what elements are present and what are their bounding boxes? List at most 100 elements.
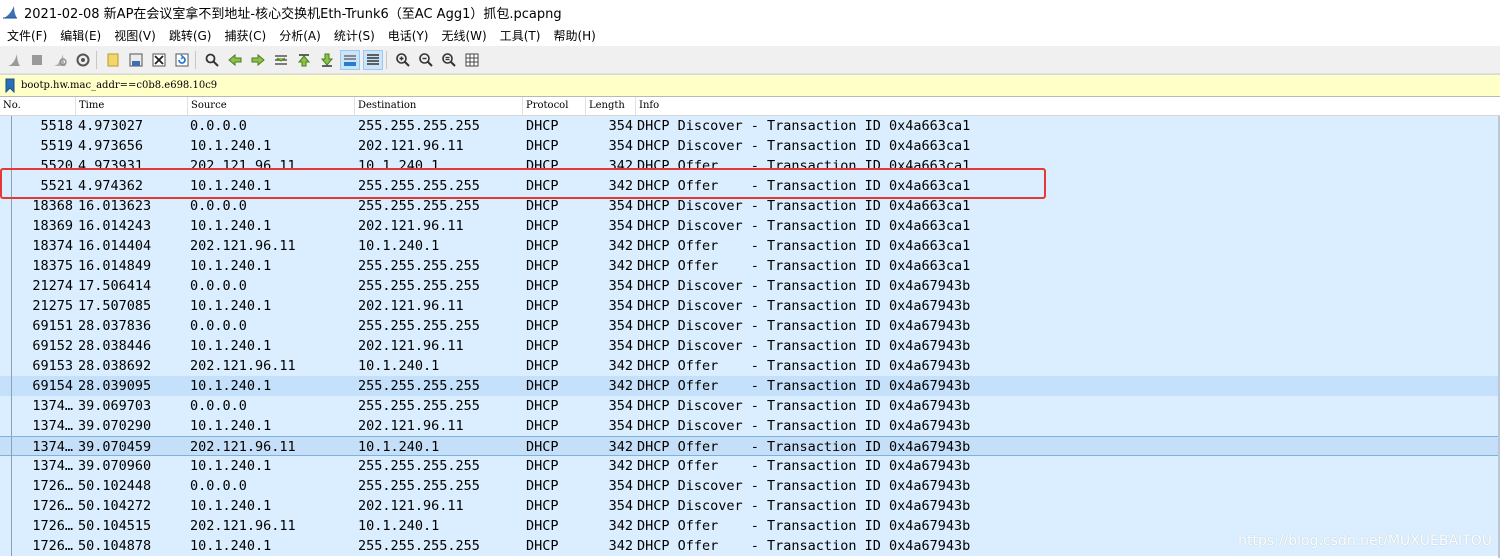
packet-row[interactable]: 1374… 39.070290 10.1.240.1 202.121.96.11 DHC…: [0, 416, 1500, 436]
reload-file-icon[interactable]: [172, 50, 192, 70]
packet-length: 354: [608, 318, 633, 334]
packet-row[interactable]: 1726… 50.102448 0.0.0.0 255.255.255.255 DHCP…: [0, 476, 1500, 496]
packet-row[interactable]: 1374… 39.070960 10.1.240.1 255.255.255.255 D…: [0, 456, 1500, 476]
column-header-info[interactable]: Info: [636, 97, 1500, 115]
packet-time: 28.039095: [78, 378, 152, 394]
menu-capture[interactable]: 捕获(C): [219, 27, 271, 44]
menu-telephony[interactable]: 电话(Y): [383, 27, 434, 44]
packet-length: 342: [608, 538, 633, 554]
menu-help[interactable]: 帮助(H): [548, 27, 600, 44]
packet-row[interactable]: 18369 16.014243 10.1.240.1 202.121.96.11 DHC…: [0, 216, 1500, 236]
colorize-icon[interactable]: [363, 49, 383, 70]
packet-row[interactable]: 69151 28.037836 0.0.0.0 255.255.255.255 DHCP…: [0, 316, 1500, 336]
go-to-packet-icon[interactable]: [271, 50, 291, 70]
column-header-length[interactable]: Length: [586, 97, 636, 115]
packet-destination: 255.255.255.255: [358, 318, 480, 334]
resize-columns-icon[interactable]: [462, 50, 482, 70]
capture-options-icon[interactable]: [73, 50, 93, 70]
filter-bookmark-icon[interactable]: [3, 77, 17, 94]
packet-row[interactable]: 5520 4.973931 202.121.96.11 10.1.240.1 DHCP 3…: [0, 156, 1500, 176]
packet-length: 342: [608, 378, 633, 394]
packet-row[interactable]: 69152 28.038446 10.1.240.1 202.121.96.11 DHC…: [0, 336, 1500, 356]
packet-info: DHCP Offer - Transaction ID 0x4a67943b: [637, 378, 971, 394]
packet-number: 69152: [32, 338, 73, 354]
menu-edit[interactable]: 编辑(E): [55, 27, 106, 44]
packet-time: 28.038692: [78, 358, 152, 374]
packet-row[interactable]: 18368 16.013623 0.0.0.0 255.255.255.255 DHCP…: [0, 196, 1500, 216]
menu-wireless[interactable]: 无线(W): [437, 27, 492, 44]
packet-number: 1726…: [32, 538, 73, 554]
packet-protocol: DHCP: [526, 258, 559, 274]
column-header-protocol[interactable]: Protocol: [523, 97, 586, 115]
menu-view[interactable]: 视图(V): [109, 27, 161, 44]
packet-length: 354: [608, 118, 633, 134]
packet-protocol: DHCP: [526, 318, 559, 334]
packet-source: 202.121.96.11: [190, 439, 296, 455]
column-header-time[interactable]: Time: [76, 97, 188, 115]
packet-time: 50.102448: [78, 478, 152, 494]
go-first-icon[interactable]: [294, 50, 314, 70]
packet-row[interactable]: 1726… 50.104272 10.1.240.1 202.121.96.11 DHC…: [0, 496, 1500, 516]
open-file-icon[interactable]: [103, 50, 123, 70]
menu-tools[interactable]: 工具(T): [495, 27, 546, 44]
column-header-no[interactable]: No.: [0, 97, 76, 115]
packet-row[interactable]: 5518 4.973027 0.0.0.0 255.255.255.255 DHCP 35…: [0, 116, 1500, 136]
packet-number: 18374: [32, 238, 73, 254]
menu-go[interactable]: 跳转(G): [164, 27, 217, 44]
packet-source: 202.121.96.11: [190, 518, 296, 534]
packet-time: 50.104515: [78, 518, 152, 534]
zoom-out-icon[interactable]: [416, 50, 436, 70]
packet-destination: 202.121.96.11: [358, 338, 464, 354]
packet-length: 354: [608, 498, 633, 514]
zoom-normal-icon[interactable]: [439, 50, 459, 70]
packet-row[interactable]: 69153 28.038692 202.121.96.11 10.1.240.1 DHC…: [0, 356, 1500, 376]
packet-source: 10.1.240.1: [190, 338, 272, 354]
find-packet-icon[interactable]: [202, 50, 222, 70]
packet-row[interactable]: 21275 17.507085 10.1.240.1 202.121.96.11 DHC…: [0, 296, 1500, 316]
go-last-icon[interactable]: [317, 50, 337, 70]
packet-row[interactable]: 1374… 39.070459 202.121.96.11 10.1.240.1 DHC…: [0, 436, 1500, 457]
auto-scroll-icon[interactable]: [340, 49, 360, 70]
go-back-icon[interactable]: [225, 50, 245, 70]
menu-file[interactable]: 文件(F): [2, 27, 52, 44]
packet-protocol: DHCP: [526, 358, 559, 374]
packet-list[interactable]: 5518 4.973027 0.0.0.0 255.255.255.255 DHCP 35…: [0, 116, 1500, 558]
packet-time: 50.104878: [78, 538, 152, 554]
packet-length: 342: [608, 178, 633, 194]
packet-row[interactable]: 5521 4.974362 10.1.240.1 255.255.255.255 DHC…: [0, 176, 1500, 196]
packet-info: DHCP Discover - Transaction ID 0x4a67943…: [637, 298, 971, 314]
packet-time: 16.014849: [78, 258, 152, 274]
packet-length: 354: [608, 278, 633, 294]
save-file-icon[interactable]: [126, 50, 146, 70]
packet-length: 342: [608, 458, 633, 474]
close-file-icon[interactable]: [149, 50, 169, 70]
packet-source: 10.1.240.1: [190, 498, 272, 514]
go-forward-icon[interactable]: [248, 50, 268, 70]
packet-row[interactable]: 21274 17.506414 0.0.0.0 255.255.255.255 DHCP…: [0, 276, 1500, 296]
packet-row[interactable]: 18375 16.014849 10.1.240.1 255.255.255.255 D…: [0, 256, 1500, 276]
packet-destination: 202.121.96.11: [358, 418, 464, 434]
column-header-source[interactable]: Source: [188, 97, 355, 115]
packet-protocol: DHCP: [526, 538, 559, 554]
start-capture-icon[interactable]: [4, 50, 24, 70]
column-header-destination[interactable]: Destination: [355, 97, 523, 115]
menu-analyze[interactable]: 分析(A): [274, 27, 326, 44]
display-filter-input[interactable]: [21, 77, 1221, 94]
packet-destination: 202.121.96.11: [358, 138, 464, 154]
packet-number: 5521: [40, 178, 73, 194]
packet-source: 10.1.240.1: [190, 258, 272, 274]
menu-bar: 文件(F) 编辑(E) 视图(V) 跳转(G) 捕获(C) 分析(A) 统计(S…: [0, 24, 1500, 46]
packet-protocol: DHCP: [526, 298, 559, 314]
packet-source: 0.0.0.0: [190, 478, 247, 494]
packet-row[interactable]: 5519 4.973656 10.1.240.1 202.121.96.11 DHCP 3…: [0, 136, 1500, 156]
packet-length: 342: [608, 439, 633, 455]
packet-source: 10.1.240.1: [190, 298, 272, 314]
packet-row[interactable]: 18374 16.014404 202.121.96.11 10.1.240.1 DHC…: [0, 236, 1500, 256]
restart-capture-icon[interactable]: [50, 50, 70, 70]
packet-length: 354: [608, 138, 633, 154]
stop-capture-icon[interactable]: [27, 50, 47, 70]
packet-row[interactable]: 69154 28.039095 10.1.240.1 255.255.255.255 D…: [0, 376, 1500, 396]
zoom-in-icon[interactable]: [393, 50, 413, 70]
packet-row[interactable]: 1374… 39.069703 0.0.0.0 255.255.255.255 DHCP…: [0, 396, 1500, 416]
menu-statistics[interactable]: 统计(S): [329, 27, 380, 44]
